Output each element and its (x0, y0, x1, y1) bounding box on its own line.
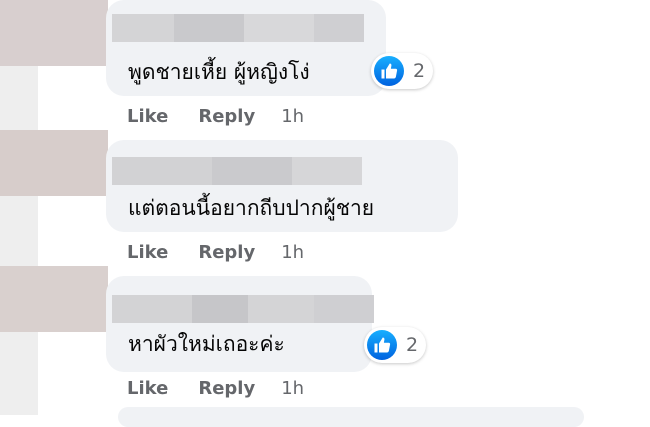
next-comment-bubble (118, 407, 584, 427)
avatar[interactable] (0, 130, 108, 196)
like-link[interactable]: Like (127, 378, 168, 399)
reply-link[interactable]: Reply (198, 378, 255, 399)
reaction-count: 2 (413, 60, 426, 82)
comment-actions: Like Reply 1h (127, 242, 304, 263)
comment-bubble: พูดชายเหี้ย ผู้หญิงโง่ (106, 0, 386, 96)
comment-text: หาผัวใหม่เถอะค่ะ (128, 332, 285, 356)
comment-actions: Like Reply 1h (127, 106, 304, 127)
avatar[interactable] (0, 266, 108, 332)
comment-bubble: หาผัวใหม่เถอะค่ะ (106, 276, 374, 372)
comment-bubble: แต่ตอนนี้อยากถีบปากผู้ชาย (106, 140, 458, 232)
commenter-name-blurred[interactable] (112, 14, 364, 42)
comment-text: พูดชายเหี้ย ผู้หญิงโง่ (128, 60, 310, 84)
commenter-name-blurred[interactable] (112, 157, 362, 185)
reaction-badge[interactable]: 2 (371, 53, 434, 89)
like-icon (367, 330, 397, 360)
avatar[interactable] (0, 0, 108, 66)
timestamp[interactable]: 1h (281, 242, 304, 263)
comment-text: แต่ตอนนี้อยากถีบปากผู้ชาย (128, 196, 375, 220)
like-icon (374, 56, 404, 86)
timestamp[interactable]: 1h (281, 106, 304, 127)
reply-link[interactable]: Reply (198, 106, 255, 127)
like-link[interactable]: Like (127, 106, 168, 127)
reaction-badge[interactable]: 2 (364, 327, 427, 363)
commenter-name-blurred[interactable] (112, 295, 374, 323)
reaction-count: 2 (406, 334, 419, 356)
timestamp[interactable]: 1h (281, 378, 304, 399)
comment-actions: Like Reply 1h (127, 378, 304, 399)
like-link[interactable]: Like (127, 242, 168, 263)
reply-link[interactable]: Reply (198, 242, 255, 263)
